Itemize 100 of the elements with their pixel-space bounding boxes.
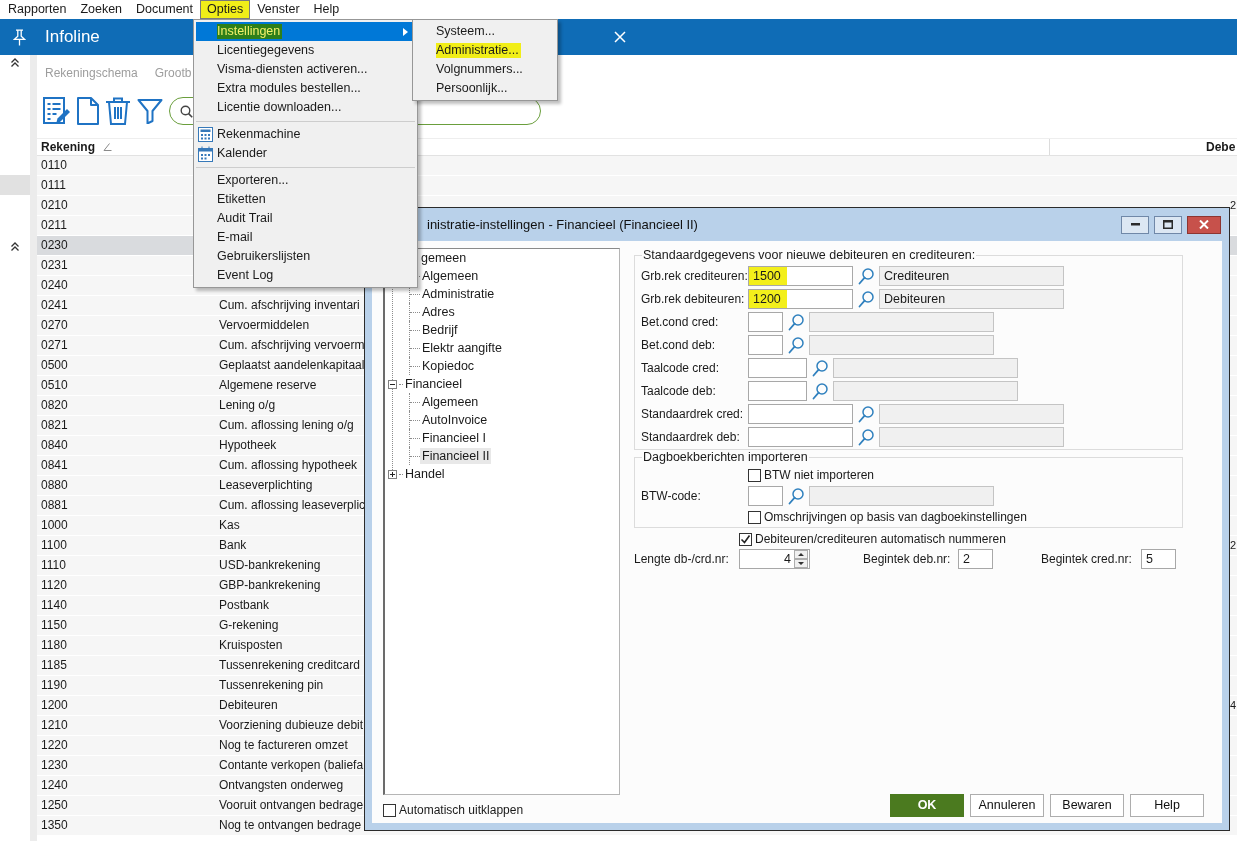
menu-item[interactable]: Event Log — [196, 266, 415, 285]
ok-button[interactable]: OK — [890, 794, 964, 817]
tree-item[interactable]: Financieel II — [420, 448, 492, 464]
table-cell: 1150 — [41, 618, 67, 632]
dialog-button[interactable]: Bewaren — [1050, 794, 1124, 817]
close-icon[interactable] — [614, 31, 626, 43]
menu-item[interactable]: Instellingen — [196, 22, 415, 41]
input-field[interactable] — [748, 427, 853, 447]
calculator-icon — [198, 127, 213, 142]
input-field[interactable]: 1200 — [748, 289, 853, 309]
menu-item[interactable]: Licentiegegevens — [196, 41, 415, 60]
input-field[interactable] — [748, 381, 807, 401]
tree-item[interactable]: Algemeen — [420, 268, 481, 284]
maximize-button[interactable] — [1154, 215, 1182, 234]
menu-item[interactable]: Volgnummers... — [415, 60, 555, 79]
field-label: Standaardrek cred: — [641, 406, 745, 422]
table-cell: 0210 — [41, 198, 68, 212]
tree-item[interactable]: gemeen — [419, 250, 469, 266]
menu-item[interactable]: Extra modules bestellen... — [196, 79, 415, 98]
table-cell: 1185 — [41, 658, 67, 672]
checkbox[interactable] — [739, 532, 752, 546]
app-title: Infoline — [45, 26, 100, 48]
close-button[interactable] — [1187, 215, 1221, 234]
search-icon[interactable] — [858, 290, 874, 308]
table-cell: Voorziening dubieuze debit — [219, 718, 364, 732]
menu-item[interactable]: Rekenmachine — [196, 125, 415, 144]
menu-bar-item[interactable]: Document — [129, 0, 201, 19]
menu-bar-item[interactable]: Rapporten — [1, 0, 74, 19]
table-cell: 2 — [1230, 199, 1237, 211]
collapse-box-icon[interactable] — [388, 379, 397, 389]
table-cell: Cum. afschrijving vervoerm — [219, 338, 365, 352]
tree-item[interactable]: Algemeen — [420, 394, 481, 410]
tree-item[interactable]: Financieel — [403, 376, 464, 392]
tree-item[interactable]: AutoInvoice — [420, 412, 490, 428]
table-cell: GBP-bankrekening — [219, 578, 321, 592]
menu-bar-item[interactable]: Zoeken — [73, 0, 130, 19]
trash-icon[interactable] — [105, 97, 131, 125]
table-cell: 0240 — [41, 278, 68, 292]
tree-item[interactable]: Financieel I — [420, 430, 488, 446]
input-field[interactable]: 2 — [958, 549, 993, 569]
input-field[interactable] — [748, 486, 783, 506]
menu-bar-item[interactable]: Opties — [200, 0, 251, 19]
menu-bar-item[interactable]: Help — [306, 0, 347, 19]
table-cell: 1120 — [41, 578, 67, 592]
tree-item[interactable]: Elektr aangifte — [420, 340, 504, 356]
group-title: Standaardgegevens voor nieuwe debiteuren en crediteuren: — [642, 248, 977, 263]
menu-item[interactable]: Administratie... — [415, 41, 555, 60]
checkbox[interactable] — [748, 510, 761, 524]
menu-item[interactable]: Gebruikerslijsten — [196, 247, 415, 266]
table-cell: Nog te ontvangen bedrage — [219, 818, 362, 832]
document-icon[interactable] — [77, 97, 99, 125]
table-cell: 0111 — [41, 178, 66, 192]
search-icon[interactable] — [788, 336, 804, 354]
spin-arrows-icon[interactable] — [794, 550, 808, 568]
search-icon[interactable] — [812, 382, 828, 400]
menu-item[interactable]: Licentie downloaden... — [196, 98, 415, 117]
table-cell: Algemene reserve — [219, 378, 317, 392]
input-field[interactable] — [748, 358, 807, 378]
double-chevron-icon[interactable] — [10, 58, 20, 67]
tree-item[interactable]: Bedrijf — [420, 322, 460, 338]
tree-item[interactable]: Administratie — [420, 286, 497, 302]
input-field[interactable] — [748, 335, 783, 355]
filter-icon[interactable] — [137, 98, 163, 124]
pin-icon[interactable] — [13, 28, 26, 46]
dialog-button[interactable]: Help — [1130, 794, 1204, 817]
search-icon[interactable] — [812, 359, 828, 377]
menu-item[interactable]: Persoonlijk... — [415, 79, 555, 98]
tree-item[interactable]: Adres — [420, 304, 457, 320]
table-cell: 1140 — [41, 598, 67, 612]
input-field[interactable] — [748, 312, 783, 332]
tree-item[interactable]: Handel — [403, 466, 447, 482]
input-field[interactable]: 1500 — [748, 266, 853, 286]
edit-list-icon[interactable] — [43, 97, 71, 125]
minimize-button[interactable] — [1121, 215, 1149, 234]
menu-item[interactable]: E-mail — [196, 228, 415, 247]
checkbox[interactable] — [748, 468, 761, 482]
input-field[interactable] — [748, 404, 853, 424]
search-icon[interactable] — [858, 428, 874, 446]
tree-item[interactable]: Kopiedoc — [420, 358, 477, 374]
search-icon[interactable] — [858, 267, 874, 285]
table-cell: 1240 — [41, 778, 68, 792]
checkmark-icon — [740, 533, 751, 545]
table-cell: Cum. aflossing lening o/g — [219, 418, 354, 432]
input-field[interactable]: 5 — [1141, 549, 1176, 569]
number-field[interactable]: 4 — [739, 549, 810, 569]
menu-item[interactable]: Visma-diensten activeren... — [196, 60, 415, 79]
sort-icon[interactable] — [103, 143, 112, 151]
menu-item[interactable]: Systeem... — [415, 22, 555, 41]
double-chevron-icon[interactable] — [10, 242, 20, 251]
search-icon[interactable] — [788, 313, 804, 331]
field-label: Begintek deb.nr: — [863, 551, 952, 567]
search-icon[interactable] — [180, 104, 193, 118]
search-icon[interactable] — [788, 487, 804, 505]
checkbox[interactable] — [383, 804, 396, 817]
dialog-button[interactable]: Annuleren — [970, 794, 1044, 817]
column-header[interactable]: Rekening — [41, 139, 112, 155]
menu-bar-item[interactable]: Venster — [250, 0, 307, 19]
search-icon[interactable] — [858, 405, 874, 423]
expand-box-icon[interactable] — [388, 469, 397, 479]
column-header[interactable]: Debe — [1206, 139, 1236, 155]
